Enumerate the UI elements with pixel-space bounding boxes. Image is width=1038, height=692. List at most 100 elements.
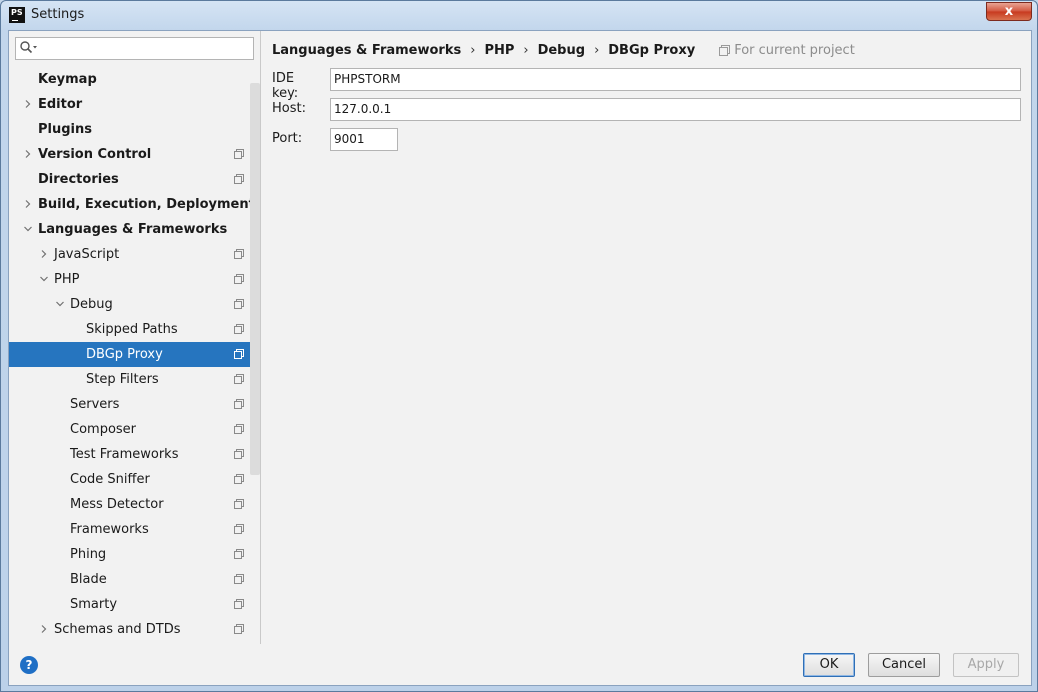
sidebar-item-directories[interactable]: Directories — [9, 167, 260, 192]
ok-button[interactable]: OK — [803, 653, 855, 677]
sidebar-item-languages-frameworks[interactable]: Languages & Frameworks — [9, 217, 260, 242]
chevron-down-icon[interactable] — [24, 225, 32, 233]
sidebar-item-label: Servers — [70, 397, 120, 412]
sidebar-item-dbgp-proxy[interactable]: DBGp Proxy — [9, 342, 260, 367]
sidebar-item-label: Test Frameworks — [70, 447, 179, 462]
sidebar-item-test-frameworks[interactable]: Test Frameworks — [9, 442, 260, 467]
apply-button[interactable]: Apply — [953, 653, 1019, 677]
sidebar-item-label: Build, Execution, Deployment — [38, 197, 255, 212]
project-scope-icon — [234, 449, 244, 459]
sidebar-item-label: Languages & Frameworks — [38, 222, 228, 237]
sidebar-item-label: DBGp Proxy — [86, 347, 163, 362]
project-scope-icon — [234, 349, 244, 359]
breadcrumb-item: PHP — [484, 42, 515, 58]
help-icon: ? — [25, 658, 33, 672]
project-scope-note: For current project — [719, 43, 855, 58]
chevron-right-icon[interactable] — [24, 150, 32, 158]
project-scope-icon — [234, 624, 244, 634]
project-scope-icon — [234, 374, 244, 384]
sidebar-item-label: Composer — [70, 422, 137, 437]
search-icon — [20, 41, 37, 54]
sidebar-item-smarty[interactable]: Smarty — [9, 592, 260, 617]
sidebar-item-blade[interactable]: Blade — [9, 567, 260, 592]
chevron-right-icon[interactable] — [24, 200, 32, 208]
chevron-right-icon[interactable] — [40, 250, 48, 258]
sidebar-item-label: Step Filters — [86, 372, 159, 387]
sidebar-item-code-sniffer[interactable]: Code Sniffer — [9, 467, 260, 492]
chevron-down-icon[interactable] — [40, 275, 48, 283]
sidebar-item-frameworks[interactable]: Frameworks — [9, 517, 260, 542]
dialog-client-area: Keymap Editor Plugins Version Control Direct… — [8, 30, 1032, 686]
project-scope-label: For current project — [734, 42, 855, 58]
sidebar-item-label: Frameworks — [70, 522, 149, 537]
chevron-right-icon[interactable] — [24, 100, 32, 108]
project-scope-icon — [234, 574, 244, 584]
sidebar-item-label: Code Sniffer — [70, 472, 150, 487]
breadcrumb-item: DBGp Proxy — [608, 42, 696, 58]
settings-content: Languages & Frameworks › PHP › Debug › D… — [262, 31, 1032, 644]
sidebar-item-label: Mess Detector — [70, 497, 164, 512]
phpstorm-app-icon: PS — [9, 7, 25, 23]
help-button[interactable]: ? — [20, 656, 38, 674]
sidebar-item-label: PHP — [54, 272, 80, 287]
port-input[interactable]: 9001 — [330, 128, 398, 151]
close-button[interactable]: x — [986, 2, 1032, 21]
chevron-down-icon[interactable] — [56, 300, 64, 308]
project-scope-icon — [719, 44, 731, 56]
settings-tree: Keymap Editor Plugins Version Control Direct… — [9, 67, 260, 642]
project-scope-icon — [234, 599, 244, 609]
settings-sidebar: Keymap Editor Plugins Version Control Direct… — [9, 31, 261, 644]
sidebar-item-skipped-paths[interactable]: Skipped Paths — [9, 317, 260, 342]
window-title: Settings — [31, 7, 85, 22]
ide-key-label: IDE key: — [272, 71, 299, 101]
project-scope-icon — [234, 174, 244, 184]
breadcrumb: Languages & Frameworks › PHP › Debug › D… — [272, 41, 855, 59]
chevron-right-icon[interactable] — [40, 625, 48, 633]
sidebar-item-label: Smarty — [70, 597, 118, 612]
sidebar-item-label: JavaScript — [54, 247, 120, 262]
sidebar-item-debug[interactable]: Debug — [9, 292, 260, 317]
project-scope-icon — [234, 549, 244, 559]
sidebar-item-mess-detector[interactable]: Mess Detector — [9, 492, 260, 517]
project-scope-icon — [234, 249, 244, 259]
sidebar-item-label: Keymap — [38, 72, 97, 87]
host-input[interactable]: 127.0.0.1 — [330, 98, 1021, 121]
settings-window: PS Settings x Keymap Editor Plugins Version… — [0, 0, 1038, 692]
title-bar[interactable]: PS Settings x — [1, 1, 1037, 30]
sidebar-scrollbar[interactable] — [250, 83, 260, 475]
sidebar-item-keymap[interactable]: Keymap — [9, 67, 260, 92]
host-label: Host: — [272, 101, 306, 116]
sidebar-item-composer[interactable]: Composer — [9, 417, 260, 442]
sidebar-item-javascript[interactable]: JavaScript — [9, 242, 260, 267]
sidebar-item-editor[interactable]: Editor — [9, 92, 260, 117]
project-scope-icon — [234, 424, 244, 434]
ide-key-input[interactable]: PHPSTORM — [330, 68, 1021, 91]
sidebar-item-php[interactable]: PHP — [9, 267, 260, 292]
sidebar-item-servers[interactable]: Servers — [9, 392, 260, 417]
breadcrumb-separator: › — [470, 42, 476, 58]
cancel-button[interactable]: Cancel — [868, 653, 940, 677]
sidebar-item-phing[interactable]: Phing — [9, 542, 260, 567]
sidebar-item-version-control[interactable]: Version Control — [9, 142, 260, 167]
breadcrumb-separator: › — [523, 42, 529, 58]
sidebar-item-step-filters[interactable]: Step Filters — [9, 367, 260, 392]
port-label: Port: — [272, 131, 303, 146]
sidebar-item-label: Directories — [38, 172, 119, 187]
project-scope-icon — [234, 274, 244, 284]
sidebar-item-plugins[interactable]: Plugins — [9, 117, 260, 142]
project-scope-icon — [234, 299, 244, 309]
sidebar-item-schemas-and-dtds[interactable]: Schemas and DTDs — [9, 617, 260, 642]
project-scope-icon — [234, 324, 244, 334]
sidebar-item-build-execution-deployment[interactable]: Build, Execution, Deployment — [9, 192, 260, 217]
sidebar-item-label: Skipped Paths — [86, 322, 178, 337]
project-scope-icon — [234, 149, 244, 159]
sidebar-item-label: Plugins — [38, 122, 92, 137]
project-scope-icon — [234, 399, 244, 409]
close-icon: x — [1004, 4, 1014, 19]
project-scope-icon — [234, 474, 244, 484]
sidebar-item-label: Debug — [70, 297, 113, 312]
sidebar-item-label: Editor — [38, 97, 83, 112]
breadcrumb-item: Languages & Frameworks — [272, 42, 462, 58]
search-input[interactable] — [15, 37, 254, 60]
sidebar-item-label: Blade — [70, 572, 107, 587]
